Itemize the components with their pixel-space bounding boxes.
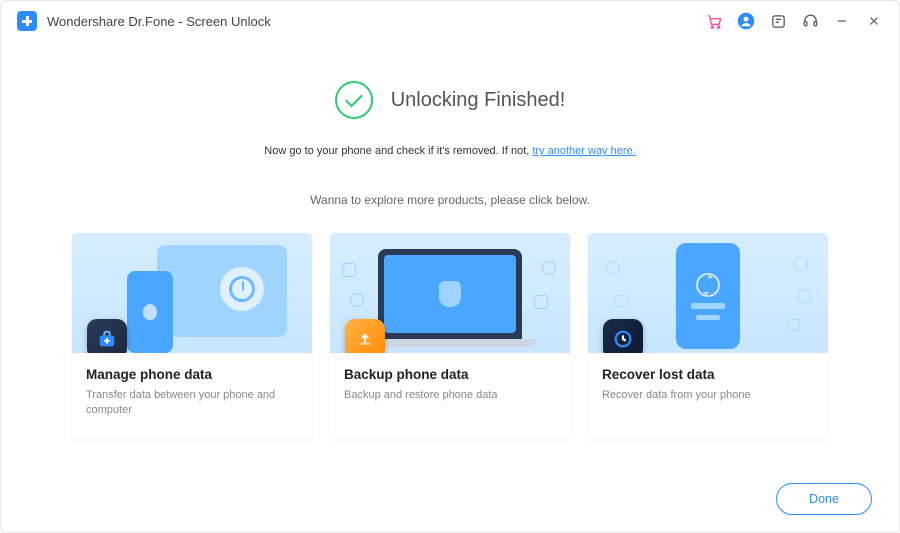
minimize-icon[interactable] <box>833 12 851 30</box>
result-heading-row: Unlocking Finished! <box>1 81 899 119</box>
card-backup-phone-data[interactable]: Backup phone data Backup and restore pho… <box>330 233 570 439</box>
product-cards: Manage phone data Transfer data between … <box>1 233 899 439</box>
medkit-icon <box>87 319 127 353</box>
title-left: Wondershare Dr.Fone - Screen Unlock <box>17 11 271 31</box>
result-block: Unlocking Finished! Now go to your phone… <box>1 81 899 207</box>
user-icon[interactable] <box>737 12 755 30</box>
card-recover-lost-data[interactable]: Recover lost data Recover data from your… <box>588 233 828 439</box>
card-desc: Backup and restore phone data <box>344 388 556 403</box>
result-subline-text: Now go to your phone and check if it's r… <box>264 145 532 157</box>
app-title: Wondershare Dr.Fone - Screen Unlock <box>47 14 271 29</box>
explore-prompt: Wanna to explore more products, please c… <box>1 193 899 207</box>
card-body: Backup phone data Backup and restore pho… <box>330 353 570 423</box>
card-art <box>588 233 828 353</box>
card-body: Manage phone data Transfer data between … <box>72 353 312 439</box>
title-right <box>705 12 883 30</box>
success-check-icon <box>335 81 373 119</box>
card-art <box>330 233 570 353</box>
close-icon[interactable] <box>865 12 883 30</box>
cart-icon[interactable] <box>705 12 723 30</box>
done-button[interactable]: Done <box>776 483 872 515</box>
result-subline: Now go to your phone and check if it's r… <box>1 145 899 157</box>
card-body: Recover lost data Recover data from your… <box>588 353 828 423</box>
card-art <box>72 233 312 353</box>
card-desc: Recover data from your phone <box>602 388 814 403</box>
clock-restore-icon <box>603 319 643 353</box>
app-logo-icon <box>17 11 37 31</box>
card-title: Backup phone data <box>344 367 556 382</box>
card-title: Recover lost data <box>602 367 814 382</box>
titlebar: Wondershare Dr.Fone - Screen Unlock <box>1 1 899 41</box>
card-manage-phone-data[interactable]: Manage phone data Transfer data between … <box>72 233 312 439</box>
result-heading: Unlocking Finished! <box>391 89 566 112</box>
card-title: Manage phone data <box>86 367 298 382</box>
support-icon[interactable] <box>801 12 819 30</box>
upload-icon <box>345 319 385 353</box>
footer: Done <box>776 483 872 515</box>
try-another-way-link[interactable]: try another way here. <box>532 145 635 157</box>
feedback-icon[interactable] <box>769 12 787 30</box>
card-desc: Transfer data between your phone and com… <box>86 388 298 419</box>
